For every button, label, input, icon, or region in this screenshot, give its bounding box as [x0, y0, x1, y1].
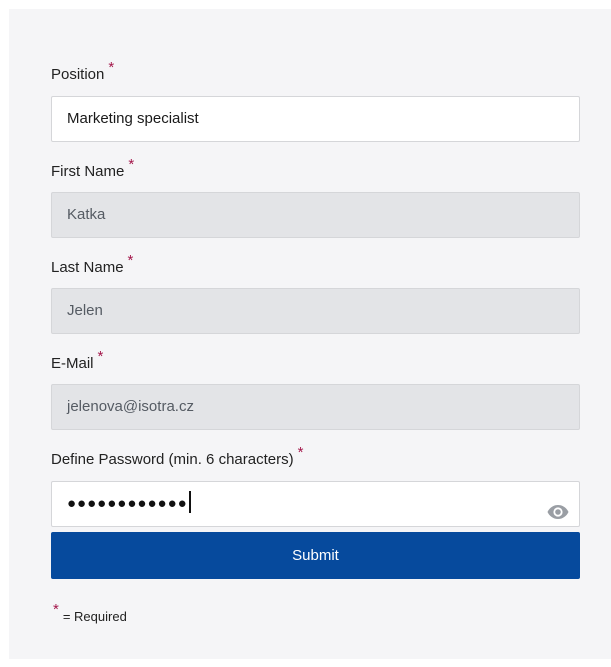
- required-star: *: [53, 601, 59, 618]
- submit-button[interactable]: Submit: [51, 532, 580, 579]
- password-label-text: Define Password (min. 6 characters): [51, 451, 294, 468]
- last-name-value: Jelen: [67, 302, 103, 319]
- password-dots-text: ●●●●●●●●●●●●: [67, 495, 188, 512]
- eye-icon[interactable]: [546, 495, 570, 519]
- last-name-input[interactable]: Jelen: [51, 288, 580, 334]
- last-name-label-text: Last Name: [51, 259, 124, 276]
- required-note: = Required: [62, 609, 127, 624]
- position-label-text: Position: [51, 66, 105, 83]
- first-name-label: First Name *: [51, 156, 134, 180]
- password-label: Define Password (min. 6 characters) *: [51, 444, 303, 468]
- last-name-label: Last Name *: [51, 252, 133, 276]
- required-star: *: [127, 252, 134, 269]
- email-label-text: E-Mail: [51, 355, 94, 372]
- first-name-input[interactable]: Katka: [51, 192, 580, 238]
- password-masked-value: ●●●●●●●●●●●●: [67, 482, 191, 526]
- first-name-value: Katka: [67, 206, 106, 223]
- required-star: *: [108, 59, 115, 76]
- position-input[interactable]: Marketing specialist: [51, 96, 580, 142]
- email-input[interactable]: jelenova@isotra.cz: [51, 384, 580, 430]
- required-star: *: [297, 444, 304, 461]
- position-label: Position *: [51, 59, 114, 83]
- password-input[interactable]: ●●●●●●●●●●●●: [51, 481, 580, 527]
- email-value: jelenova@isotra.cz: [67, 398, 194, 415]
- email-label: E-Mail *: [51, 348, 103, 372]
- required-legend: * = Required: [51, 601, 127, 625]
- text-caret: [188, 491, 191, 514]
- first-name-label-text: First Name: [51, 163, 125, 180]
- required-star: *: [97, 348, 104, 365]
- position-value: Marketing specialist: [67, 110, 199, 127]
- required-star: *: [128, 156, 135, 173]
